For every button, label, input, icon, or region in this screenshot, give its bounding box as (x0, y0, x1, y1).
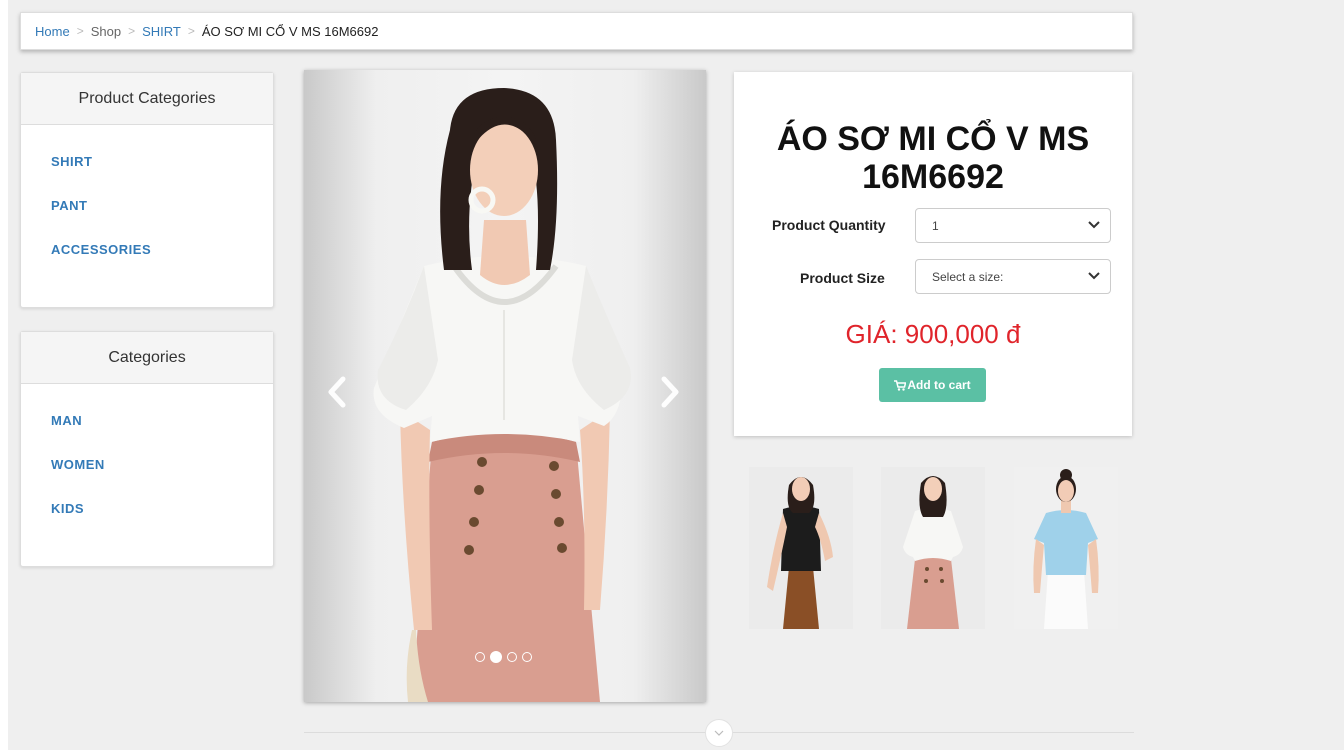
scroll-down-button[interactable] (705, 719, 733, 747)
product-thumbnail-3[interactable] (1014, 467, 1118, 629)
chevron-down-icon (1088, 272, 1100, 280)
add-to-cart-button[interactable]: Add to cart (879, 368, 986, 402)
product-model-image (373, 88, 631, 702)
product-quantity-label: Product Quantity (772, 217, 886, 233)
breadcrumb-current: ÁO SƠ MI CỔ V MS 16M6692 (201, 23, 379, 39)
categories-list: MAN WOMEN KIDS (21, 384, 273, 534)
list-item: SHIRT (51, 143, 273, 187)
chevron-right-icon (661, 376, 679, 408)
product-price: GIÁ: 900,000 đ (845, 319, 1021, 349)
thumbnail-image (1033, 469, 1099, 629)
breadcrumb-separator: > (187, 24, 195, 38)
chevron-left-icon (328, 376, 346, 408)
breadcrumb: Home > Shop > SHIRT > ÁO SƠ MI CỔ V MS 1… (20, 12, 1133, 50)
list-item: KIDS (51, 490, 273, 534)
list-item: ACCESSORIES (51, 231, 273, 275)
list-item: WOMEN (51, 446, 273, 490)
carousel-indicator-2[interactable] (490, 651, 502, 663)
category-link-accessories[interactable]: ACCESSORIES (51, 231, 273, 275)
categories-panel: Categories MAN WOMEN KIDS (20, 331, 274, 567)
breadcrumb-separator: > (76, 24, 84, 38)
thumbnail-image (903, 476, 963, 629)
carousel-next-button[interactable] (655, 372, 685, 412)
product-title: ÁO SƠ MI CỔ V MS 16M6692 (776, 120, 1090, 196)
product-size-select[interactable]: Select a size: (915, 259, 1111, 294)
cart-icon (894, 379, 907, 391)
product-categories-list: SHIRT PANT ACCESSORIES (21, 125, 273, 275)
carousel-indicator-4[interactable] (522, 652, 532, 662)
category-link-women[interactable]: WOMEN (51, 446, 273, 490)
product-image-carousel[interactable] (304, 70, 706, 702)
product-quantity-select[interactable]: 1 (915, 208, 1111, 243)
category-link-kids[interactable]: KIDS (51, 490, 273, 534)
product-thumbnail-1[interactable] (749, 467, 853, 629)
product-size-value: Select a size: (932, 269, 1004, 284)
product-info-card: ÁO SƠ MI CỔ V MS 16M6692 Product Quantit… (734, 72, 1132, 436)
carousel-indicators (475, 651, 532, 663)
breadcrumb-home-link[interactable]: Home (35, 24, 70, 39)
page-edge (0, 0, 8, 750)
breadcrumb-category-link[interactable]: SHIRT (142, 24, 181, 39)
list-item: MAN (51, 402, 273, 446)
list-item: PANT (51, 187, 273, 231)
category-link-man[interactable]: MAN (51, 402, 273, 446)
category-link-shirt[interactable]: SHIRT (51, 143, 273, 187)
carousel-indicator-3[interactable] (507, 652, 517, 662)
breadcrumb-separator: > (128, 24, 136, 38)
carousel-indicator-1[interactable] (475, 652, 485, 662)
carousel-prev-button[interactable] (322, 372, 352, 412)
add-to-cart-label: Add to cart (907, 378, 971, 392)
categories-title: Categories (21, 332, 273, 384)
product-categories-title: Product Categories (21, 73, 273, 125)
product-quantity-value: 1 (932, 218, 939, 233)
thumbnail-image (767, 477, 833, 629)
product-size-label: Product Size (800, 270, 885, 286)
chevron-down-icon (714, 730, 724, 736)
product-categories-panel: Product Categories SHIRT PANT ACCESSORIE… (20, 72, 274, 308)
category-link-pant[interactable]: PANT (51, 187, 273, 231)
product-thumbnail-2[interactable] (881, 467, 985, 629)
chevron-down-icon (1088, 221, 1100, 229)
breadcrumb-shop-link[interactable]: Shop (91, 24, 121, 39)
